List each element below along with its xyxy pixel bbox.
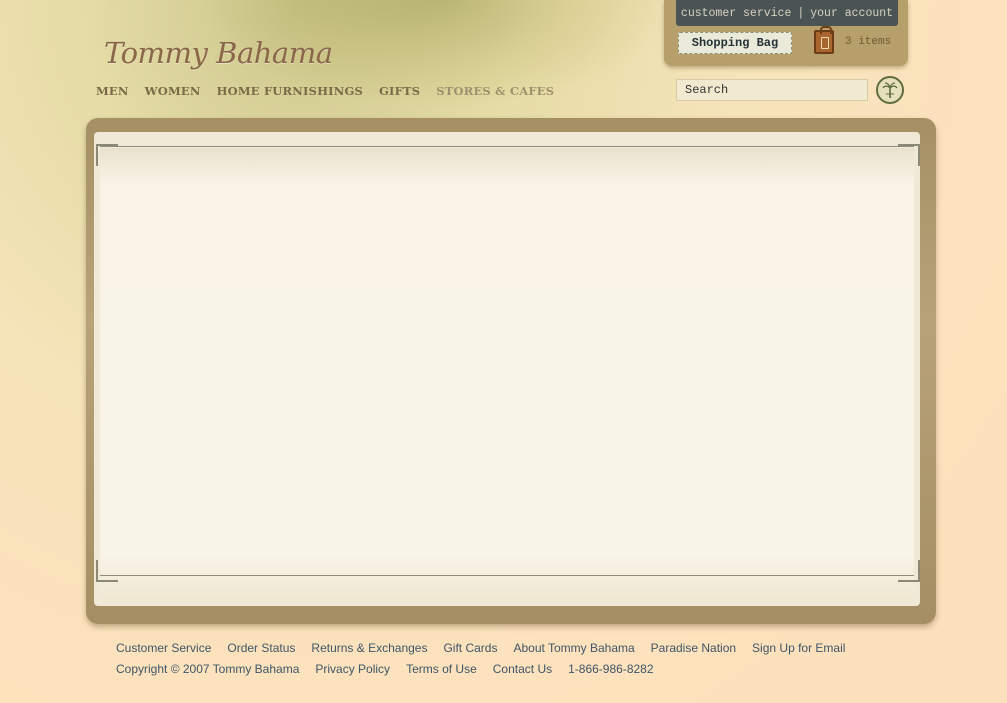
palm-tree-icon (882, 82, 898, 98)
search-input[interactable] (676, 79, 868, 101)
your-account-link[interactable]: your account (810, 7, 893, 20)
nav-item-gifts[interactable]: GIFTS (379, 84, 420, 98)
footer-links-row-2: Copyright © 2007 Tommy Bahama Privacy Po… (116, 662, 654, 676)
content-area (100, 148, 914, 600)
footer-phone-number[interactable]: 1-866-986-8282 (568, 662, 653, 676)
nav-item-women[interactable]: WOMEN (145, 84, 201, 98)
footer-link-terms-of-use[interactable]: Terms of Use (406, 662, 477, 676)
footer-link-paradise-nation[interactable]: Paradise Nation (651, 641, 736, 655)
frame-corner-ornament-top-right (898, 144, 920, 166)
footer-link-contact-us[interactable]: Contact Us (493, 662, 552, 676)
footer-link-sign-up-email[interactable]: Sign Up for Email (752, 641, 845, 655)
frame-top-rule (100, 146, 914, 147)
search-submit-button[interactable] (876, 76, 904, 104)
footer-copyright: Copyright © 2007 Tommy Bahama (116, 662, 300, 676)
bag-items-count: 3 items (845, 36, 892, 48)
footer-link-about[interactable]: About Tommy Bahama (513, 641, 634, 655)
shopping-bag-button[interactable]: Shopping Bag (678, 32, 792, 54)
footer-link-privacy-policy[interactable]: Privacy Policy (315, 662, 390, 676)
frame-corner-ornament-bottom-left (96, 560, 118, 582)
nav-item-men[interactable]: MEN (96, 84, 129, 98)
shopping-bag-icon[interactable] (814, 26, 834, 54)
footer-link-order-status[interactable]: Order Status (227, 641, 295, 655)
customer-service-link[interactable]: customer service (681, 7, 791, 20)
shopping-bag-label: Shopping Bag (691, 36, 779, 50)
footer-link-returns-exchanges[interactable]: Returns & Exchanges (311, 641, 427, 655)
tommy-bahama-logo[interactable]: Tommy Bahama (104, 36, 333, 70)
frame-bottom-rule (100, 575, 914, 576)
frame-corner-ornament-top-left (96, 144, 118, 166)
main-navigation: MEN WOMEN HOME FURNISHINGS GIFTS STORES … (96, 84, 554, 98)
footer-link-customer-service[interactable]: Customer Service (116, 641, 211, 655)
footer-link-gift-cards[interactable]: Gift Cards (443, 641, 497, 655)
nav-item-stores-cafes[interactable]: STORES & CAFES (436, 84, 554, 98)
nav-item-home-furnishings[interactable]: HOME FURNISHINGS (217, 84, 363, 98)
account-separator: | (797, 6, 805, 20)
footer-links-row-1: Customer Service Order Status Returns & … (116, 641, 845, 655)
frame-corner-ornament-bottom-right (898, 560, 920, 582)
account-bar: customer service | your account (676, 0, 898, 26)
